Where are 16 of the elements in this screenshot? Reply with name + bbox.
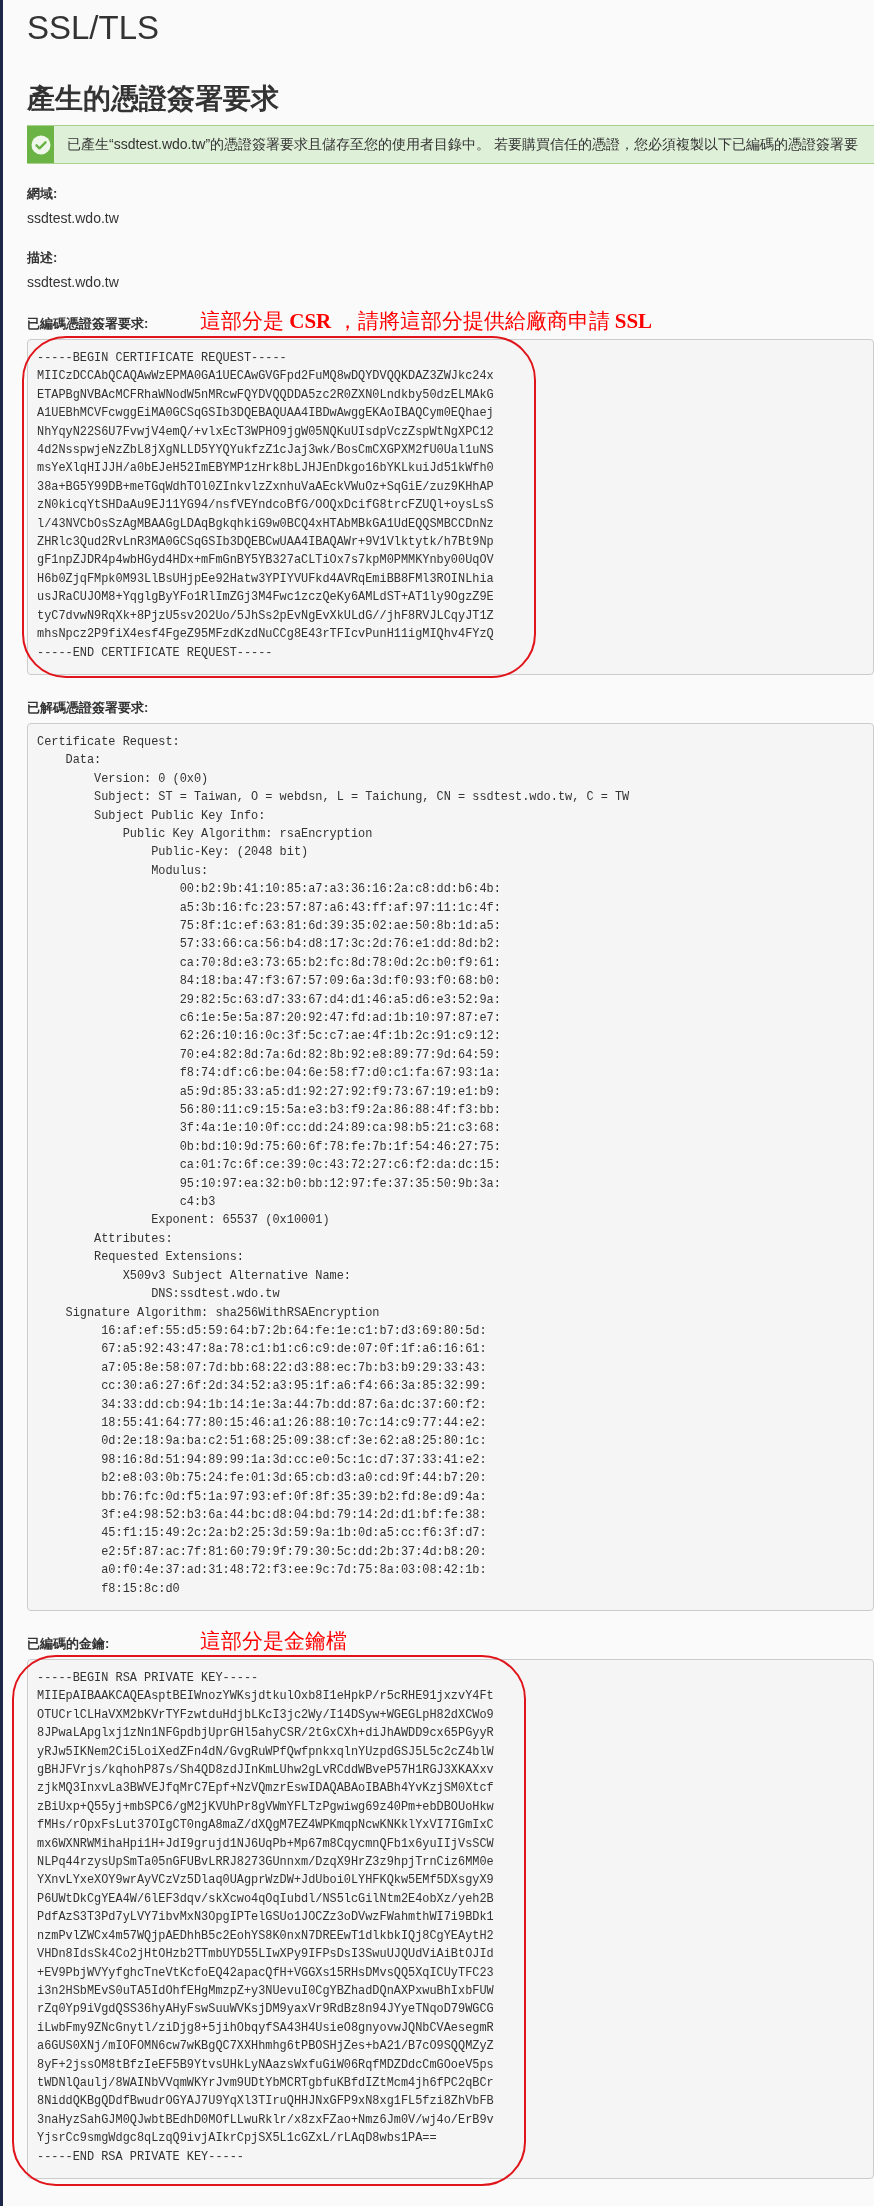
- field-value: ssdtest.wdo.tw: [27, 273, 120, 291]
- code-text[interactable]: -----BEGIN CERTIFICATE REQUEST----- MIICzDCCAbQCAQAwWzEPMA0GA1UECAwGVGFpd2FuMQ8wDQYDVQQKDAZ3ZWJkc24x ETAPBgNVBAcMCFRhaWNodW5nMRcwFQYDVQQDDA5zc2R0ZXN0Lndkby50dzELMAkG A1UEBhMCVFcwggEiMA0GCSqGSIb3DQEBAQUAA4IBDwAwggEKAoIBAQCym0EQhaej NhYqyN22S6U7FvwjV4emQ/+vlxEcT3WPHO9jgW05NQKuUIsdpVczZspWtNgXPC12 4d2NsspwjeNzZbL8jXgNLLD5YYQYukfzZ1cJaj3wk/BosCmCXGPXM2fU0Ual1uNS msYeXlqHIJJH/a0bEJeH52ImEBYMP1zHrk8bLJHJEnDkgo16bYKLkuiJd51kWfh0 38a+BG5Y99DB+meTGqWdhTOl0ZInkvlzZxnhuVaAEckVWuOz+SqGiE/zuz9KHhAP zN0kicqYtSHDaAu9EJ11YG94/nsfVEYndcoBfG/OOQxDcifG8trcFZUQl+oysLsS l/43NVCbOsSzAgMBAAGgLDAqBgkqhkiG9w0BCQ4xHTAbMBkGA1UdEQQSMBCCDnNz ZHRlc3Qud2RvLnR3MA0GCSqGSIb3DQEBCwUAA4IBAQAWr+9V1Vlktytk/h7Bt9Np gF1npZJDR4p4wbHGyd4HDx+mFmGnBY5YB327aCLTiOx7s7kpM0PMMKYnby00UqOV H6b0ZjqFMpk0M93LlBsUHjpEe92Hatw3YPIYVUFkd4AVRqEmiBB8FMl3ROINLhia usJRaCUJOM8+YqglgByYFo1RlImZGj3M4Fwc1zczQeKy6AMLdST+AT1ly9OgzZ9E tyC7dvwN9RqXk+8PjzU5sv2O2Uo/5JhSs2pEvNgEvXkULdG//jhF8RVJLCqyJT1Z mhsNpcz2P9fiX4esf4FgeZ95MFzdKzdNuCCg8E43rTFIcvPunH11igMIQhv4FYzQ -----END CERTIFICATE REQUEST-----: [37, 349, 864, 662]
- annotation-note: 這部分是金鑰檔: [200, 1629, 347, 1653]
- field-label: 描述:: [27, 249, 59, 267]
- code-text[interactable]: -----BEGIN RSA PRIVATE KEY----- MIIEpAIBAAKCAQEAsptBEIWnozYWKsjdtkulOxb8I1eHpkP/r5cRHE91jxzvY4Ft OTUCrlCLHaVXM2bKVrTYFzwtduHdjbLKcI3jc2Wy/I14DSyw+WGEGLpH82dXCWo9 8JPwaLApglxj1zNn1NFGpdbjUprGHl5ahyCSR/2tGxCXh+diJhAWDD9cx65PGyyR yRJw5IKNem2Ci5LoiXedZFn4dN/GvgRuWPfQwfpnkxqlnYUzpdGSJ5L5c2cZ4blW gBHJFVrjs/kqhohP87s/Sh4QD8zdJInKmLUhw2gLvRCddWBveP57H1RGJ3XKAXxv zjkMQ3InxvLa3BWVEJfqMrC7Epf+NzVQmzrEswIDAQABAoIBABh4YvKzjSM0Xtcf zBiUxp+Q55yj+mbSPC6/gM2jKVUhPr8gVWmYFLTzPgwiwg69z40Pm+ebDBOUoHkw fMHs/rOpxFsLut37OIgCT0ngA8maZ/dXQgM7EZ4WPKmqpNcwKNKklYxVI7IGmIxC mx6WXNRWMihaHpi1H+JdI9grujd1NJ6UqPb+Mp67m8CqycmnQFb1x6yuIIjVsSCW NLPq44rzysUpSmTa05nGFUBvLRRJ8273GUnnxm/DzqX9HrZ3z9hpjTrnCiz6MM0e YXnvLYxeXOY9wrAyVCzVz5Dlaq0UAgprWzDW+JdUboi0LYHFKQkw5EMf5DXsgyX9 P6UWtDkCgYEA4W/6lEF3dqv/skXcwo4qOqIubdl/NS5lcGilNtm2E4obXz/yeh2B PdfAzS3T3Pd7yLVY7ibvMxN3OpgIPTelGSUo1JOCZz3oDVwzFWahmthWI7i9BDk1 nzmPvlZWCx4m57WQjpAEDhhB5c2EohYS8K0nxN7DREEwT1dlkbkIQj8CgYEAytH2 VHDn8IdsSk4Co2jHtOHzb2TTmbUYD55LIwXPy9IFPsDsI3SwuUJQUdViAiBtOJId +EV9PbjWVYyfghcTneVtKcfoEQ42apacQfH+VGGXs15RHsDMvsQQ5XqICUyTFC23 i3n2HSbMEvS0uTA5IdOhfEHgMmzpZ+y3NUevuI0CgYBZhadDQnAXPxwuBhIxbFUW rZq0Yp9iVgdQSS36hyAHyFswSuuWVKsjDM9yaxVr9RdBz8n94JYyeTNqoD79WGCG iLwbFmy9ZNcGnytl/ziDjg8+5jihObqyfSA43H4UsieO8gnyovwJQNbCVAesegmR a6GUS0XNj/mIOFOMN6cw7wKBgQC7XXHhmhg6tPBOSHjZes+bA21/B7cO9SQQMZyZ 8yF+2jssOM8tBfzIeEF5B9YtvsUHkLyNAazsWxfuGiW06RqfMDZDdcCmGOoeV5ps tWDNlQaulj/8WAINbVVqmWKYrJvm9UDtYbMCRTgbfuKBfdIZtMcm4jh6fPC2qBCr 8NiddQKBgQDdfBwudrOGYAJ7U9YqXl3TIruQHHJNxGFP9xN8xg1FL5fzi8ZhVbFB 3naHyzSahGJM0QJwbtBEdhD0MOfLLwuRklr/x8zxFZao+Nmz6Jm0V/wj4o/ErB9v YjsrCc9smgWdgc8qLzqQ9ivjAIkrCpjSX5L1cGZxL/rLAqD8wbs1PA== -----END RSA PRIVATE KEY-----: [37, 1669, 864, 2166]
- field-label: 已解碼憑證簽署要求:: [27, 698, 150, 717]
- page-title: SSL/TLS: [27, 8, 161, 48]
- alert-message: 已產生“ssdtest.wdo.tw”的憑證簽署要求且儲存至您的使用者目錄中。 若要購買信任的憑證，您必須複製以下已編碼的憑證簽署要: [66, 135, 859, 154]
- code-text[interactable]: Certificate Request: Data: Version: 0 (0x0) Subject: ST = Taiwan, O = webdsn, L = Taichung, CN = ssdtest.wdo.tw, C = TW Subject Public Key Info: Public Key Algorithm: rsaEncryption Public-Key: (2048 bit) Modulus: 00:b2:9b:41:10:85:a7:a3:36:16:2a:c8:dd:b6:4b: a5:3b:16:fc:23:57:87:a6:43:ff:af:97:11:1c:4f: 75:8f:1c:ef:63:81:6d:39:35:02:ae:50:8b:1d:a5: 57:33:66:ca:56:b4:d8:17:3c:2d:76:e1:dd:8d:b2: ca:70:8d:e3:73:65:b2:fc:8d:78:0d:2c:b0:f9:61: 84:18:ba:47:f3:67:57:09:6a:3d:f0:93:f0:68:b0: 29:82:5c:63:d7:33:67:d4:d1:46:a5:d6:e3:52:9a: c6:1e:5e:5a:87:20:92:47:fd:ad:1b:10:97:87:e7: 62:26:10:16:0c:3f:5c:c7:ae:4f:1b:2c:91:c9:12: 70:e4:82:8d:7a:6d:82:8b:92:e8:89:77:9d:64:59: f8:74:df:c6:be:04:6e:58:f7:d0:c1:fa:67:93:1a: a5:9d:85:33:a5:d1:92:27:92:f9:73:67:19:e1:b9: 56:80:11:c9:15:5a:e3:b3:f9:2a:86:88:4f:f3:bb: 3f:4a:1e:10:0f:cc:dd:24:89:ca:98:b5:21:c3:68: 0b:bd:10:9d:75:60:6f:78:fe:7b:1f:54:46:27:75: ca:01:7c:6f:ce:39:0c:43:72:27:c6:f2:da:dc:15: 95:10:97:ea:32:b0:bb:12:97:fe:37:35:50:9b:3a: c4:b3 Exponent: 65537 (0x10001) Attributes: Requested Extensions: X509v3 Subject Alternative Name: DNS:ssdtest.wdo.tw Signature Algorithm: sha256WithRSAEncryption 16:af:ef:55:d5:59:64:b7:2b:64:fe:1e:c1:b7:d3:69:80:5d: 67:a5:92:43:47:8a:78:c1:b1:c6:c9:de:07:0f:1f:a6:16:61: a7:05:8e:58:07:7d:bb:68:22:d3:88:ec:7b:b3:b9:29:33:43: cc:30:a6:27:6f:2d:34:52:a3:95:1f:a6:f4:66:3a:85:32:99: 34:33:dd:cb:94:1b:14:1e:3a:44:7b:dd:87:6a:dc:37:60:f2: 18:55:41:64:77:80:15:46:a1:26:88:10:7c:14:c9:77:44:e2: 0d:2e:18:9a:ba:c2:51:68:25:09:38:cf:3e:62:a8:25:80:1c: 98:16:8d:51:94:89:99:1a:3d:cc:e0:5c:1c:d7:37:33:41:e2: b2:e8:03:0b:75:24:fe:01:3d:65:cb:d3:a0:cd:9f:44:b7:20: bb:76:fc:0d:f5:1a:97:93:ef:0f:8f:35:39:b2:fd:8e:d9:4a: 3f:e4:98:52:b3:6a:44:bc:d8:04:bd:79:14:2d:d1:bf:fe:38: 45:f1:15:49:2c:2a:b2:25:3d:59:9a:1b:0d:a5:cc:f6:3f:d7: e2:5f:87:ac:7f:81:60:79:9f:79:30:5c:dd:2b:37:4d:b8:20: a0:f0:4e:37:ad:31:48:72:f3:ee:9c:7d:75:8a:03:08:42:1b: f8:15:8c:d0: [37, 732, 864, 1598]
- field-label: 已編碼的金鑰:: [27, 1635, 111, 1653]
- annotation-note: 這部分是 CSR ，請將這部分提供給廠商申請 SSL: [200, 309, 653, 333]
- section-heading: 產生的憑證簽署要求: [27, 82, 280, 116]
- field-label: 已編碼憑證簽署要求:: [27, 315, 150, 333]
- field-label: 網域:: [27, 185, 59, 203]
- field-value: ssdtest.wdo.tw: [27, 209, 120, 227]
- check-circle-icon: [30, 134, 51, 155]
